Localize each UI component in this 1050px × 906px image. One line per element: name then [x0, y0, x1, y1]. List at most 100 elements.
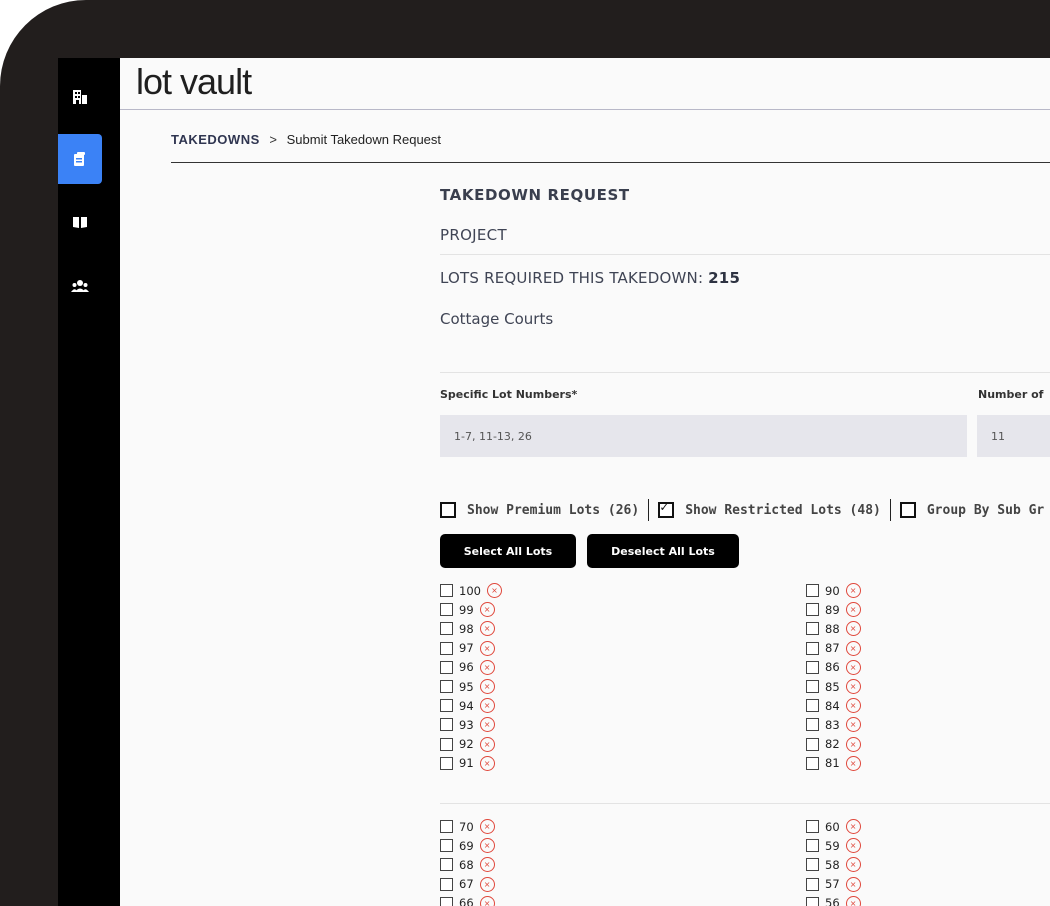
lot-checkbox[interactable]: [440, 641, 453, 655]
lot-checkbox[interactable]: [440, 756, 453, 770]
remove-lot-icon[interactable]: ×: [479, 717, 495, 733]
premium-lots-label[interactable]: Show Premium Lots (26): [467, 503, 639, 518]
remove-lot-icon[interactable]: ×: [845, 679, 861, 695]
remove-lot-icon[interactable]: ×: [845, 876, 861, 892]
lot-checkbox[interactable]: [806, 699, 819, 713]
group-by-checkbox[interactable]: [899, 502, 916, 518]
lot-checkbox[interactable]: [806, 756, 819, 770]
remove-lot-icon[interactable]: ×: [845, 838, 861, 854]
remove-lot-icon[interactable]: ×: [845, 621, 861, 637]
lot-checkbox[interactable]: [806, 839, 819, 853]
restricted-lots-checkbox[interactable]: [658, 500, 675, 518]
sidebar-item-takedowns[interactable]: [58, 134, 102, 184]
remove-lot-icon[interactable]: ×: [845, 755, 861, 771]
lot-checkbox[interactable]: [440, 584, 453, 598]
lot-checkbox[interactable]: [806, 603, 819, 617]
remove-lot-icon[interactable]: ×: [479, 838, 495, 854]
remove-lot-icon[interactable]: ×: [479, 895, 495, 906]
remove-lot-icon[interactable]: ×: [479, 679, 495, 695]
book-icon: [73, 217, 87, 228]
remove-lot-icon[interactable]: ×: [845, 895, 861, 906]
number-of-lots-input[interactable]: [977, 415, 1050, 457]
remove-lot-icon[interactable]: ×: [479, 876, 495, 892]
lot-checkbox[interactable]: [806, 877, 819, 891]
lot-checkbox[interactable]: [806, 858, 819, 872]
lots-required-label: LOTS REQUIRED THIS TAKEDOWN:: [440, 269, 709, 287]
remove-lot-icon[interactable]: ×: [479, 640, 495, 656]
remove-lot-icon[interactable]: ×: [845, 857, 861, 873]
lot-checkbox[interactable]: [440, 858, 453, 872]
lot-checkbox[interactable]: [806, 718, 819, 732]
lot-item: 56 ×: [806, 894, 956, 906]
lot-item: 95 ×: [440, 677, 590, 696]
lot-number: 84: [825, 698, 840, 713]
deselect-all-lots-button[interactable]: Deselect All Lots: [587, 534, 739, 568]
remove-lot-icon[interactable]: ×: [479, 819, 495, 835]
lot-checkbox[interactable]: [806, 622, 819, 636]
sidebar: [58, 58, 120, 906]
remove-lot-icon[interactable]: ×: [845, 640, 861, 656]
lot-item: 57 ×: [806, 875, 956, 894]
lot-number: 57: [825, 877, 840, 892]
sidebar-item-docs[interactable]: [58, 197, 102, 247]
lot-checkbox[interactable]: [440, 603, 453, 617]
lot-checkbox[interactable]: [806, 896, 819, 906]
lot-checkbox[interactable]: [440, 820, 453, 834]
filter-separator: [889, 499, 891, 521]
premium-lots-checkbox[interactable]: [440, 502, 456, 518]
lot-checkbox[interactable]: [440, 660, 453, 674]
project-label: PROJECT: [440, 226, 507, 244]
lot-checkbox[interactable]: [440, 622, 453, 636]
remove-lot-icon[interactable]: ×: [479, 755, 495, 771]
remove-lot-icon[interactable]: ×: [479, 621, 495, 637]
specific-lots-input[interactable]: [440, 415, 967, 457]
lot-checkbox[interactable]: [806, 680, 819, 694]
building-icon: [73, 90, 87, 104]
remove-lot-icon[interactable]: ×: [845, 602, 861, 618]
lot-item: 85 ×: [806, 677, 956, 696]
group-by-label[interactable]: Group By Sub Gr: [927, 503, 1044, 518]
lot-checkbox[interactable]: [440, 680, 453, 694]
lot-item: 59 ×: [806, 836, 956, 855]
remove-lot-icon[interactable]: ×: [845, 698, 861, 714]
lot-item: 68 ×: [440, 855, 590, 874]
lot-number: 100: [459, 583, 481, 598]
lot-checkbox[interactable]: [806, 641, 819, 655]
lot-checkbox[interactable]: [440, 718, 453, 732]
lot-number: 98: [459, 621, 474, 636]
select-all-lots-button[interactable]: Select All Lots: [440, 534, 576, 568]
lot-item: 60 ×: [806, 817, 956, 836]
app-logo[interactable]: lot vault: [136, 60, 252, 104]
lot-checkbox[interactable]: [440, 699, 453, 713]
remove-lot-icon[interactable]: ×: [486, 583, 502, 599]
lot-checkbox[interactable]: [806, 584, 819, 598]
lot-checkbox[interactable]: [440, 839, 453, 853]
lot-item: 89 ×: [806, 600, 956, 619]
remove-lot-icon[interactable]: ×: [845, 736, 861, 752]
remove-lot-icon[interactable]: ×: [845, 583, 861, 599]
lot-checkbox[interactable]: [806, 737, 819, 751]
lot-checkbox[interactable]: [440, 896, 453, 906]
breadcrumb-current: Submit Takedown Request: [286, 132, 442, 147]
remove-lot-icon[interactable]: ×: [845, 819, 861, 835]
sidebar-item-users[interactable]: [58, 261, 102, 311]
lot-number: 97: [459, 641, 474, 656]
lot-item: 83 ×: [806, 715, 956, 734]
remove-lot-icon[interactable]: ×: [479, 736, 495, 752]
remove-lot-icon[interactable]: ×: [845, 659, 861, 675]
breadcrumb-takedowns-link[interactable]: TAKEDOWNS: [171, 132, 260, 147]
sidebar-item-buildings[interactable]: [58, 72, 102, 122]
lot-checkbox[interactable]: [440, 877, 453, 891]
remove-lot-icon[interactable]: ×: [479, 857, 495, 873]
restricted-lots-label[interactable]: Show Restricted Lots (48): [685, 503, 881, 518]
lot-number: 95: [459, 679, 474, 694]
lot-checkbox[interactable]: [806, 820, 819, 834]
lot-checkbox[interactable]: [440, 737, 453, 751]
remove-lot-icon[interactable]: ×: [479, 698, 495, 714]
remove-lot-icon[interactable]: ×: [479, 602, 495, 618]
users-icon: [71, 280, 89, 292]
lot-checkbox[interactable]: [806, 660, 819, 674]
breadcrumb-separator-icon: >: [269, 132, 277, 147]
remove-lot-icon[interactable]: ×: [845, 717, 861, 733]
remove-lot-icon[interactable]: ×: [479, 659, 495, 675]
